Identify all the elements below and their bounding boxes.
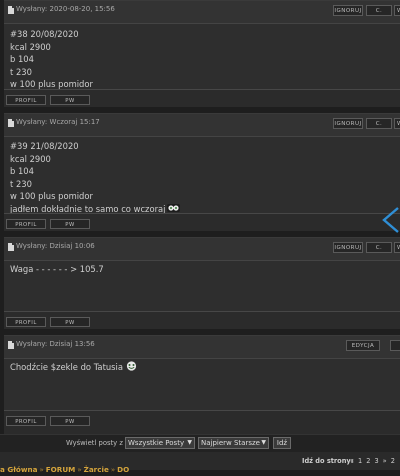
ignore-button[interactable]: IGNORUJ	[333, 118, 363, 129]
post-filter-bar: Wyświetl posty z ostatnich: Wszystkie Po…	[0, 434, 400, 453]
post-38: Wysłany: 2020-08-20, 15:56 IGNORUJ C. W …	[4, 0, 400, 109]
profile-button[interactable]: PROFIL	[6, 317, 46, 327]
post-date: Wysłany: Dzisiaj 13:56	[16, 340, 95, 348]
more-button[interactable]: W	[394, 242, 400, 253]
post-line: kcal 2900	[10, 153, 51, 164]
post-waga: Wysłany: Dzisiaj 10:06 IGNORUJ C. W Waga…	[4, 237, 400, 331]
post-icon	[8, 341, 14, 349]
post-footer: PROFIL PW	[4, 311, 400, 331]
pagination: «1 2 3» 2	[350, 457, 399, 465]
post-header: Wysłany: Wczoraj 15:17 IGNORUJ C. W	[4, 114, 400, 137]
post-line: b 104	[10, 54, 34, 65]
post-line: t 230	[10, 66, 32, 77]
period-select[interactable]: Wszystkie Posty ▼	[125, 437, 195, 449]
post-date: Wysłany: Wczoraj 15:17	[16, 118, 100, 126]
post-line: #38 20/08/2020	[10, 29, 79, 39]
page-link-2[interactable]: 2	[366, 457, 370, 465]
arrow-icon	[382, 207, 399, 233]
post-icon	[8, 243, 14, 251]
profile-button[interactable]: PROFIL	[6, 95, 46, 105]
post-line: #39 21/08/2020	[10, 141, 79, 151]
more-button[interactable]	[390, 340, 400, 351]
pm-button[interactable]: PW	[50, 219, 90, 229]
post-own: Wysłany: Dzisiaj 13:56 EDYCJA Chodźcie $…	[4, 335, 400, 434]
post-footer: PROFIL PW	[4, 89, 400, 109]
page-link-1[interactable]: 1	[358, 457, 362, 465]
post-line: w 100 plus pomidor	[10, 191, 93, 202]
post-date: Wysłany: 2020-08-20, 15:56	[16, 5, 115, 13]
post-header: Wysłany: Dzisiaj 13:56 EDYCJA	[4, 336, 400, 359]
breadcrumb-separator: »	[77, 466, 82, 474]
post-date: Wysłany: Dzisiaj 10:06	[16, 242, 95, 250]
post-line: b 104	[10, 166, 34, 177]
quote-button[interactable]: C.	[366, 118, 392, 129]
breadcrumb-separator: »	[110, 466, 116, 474]
post-footer: PROFIL PW	[4, 213, 400, 233]
laughing-emoji-icon	[126, 361, 137, 371]
post-body: #38 20/08/2020 kcal 2900 b 104 t 230 w 1…	[10, 28, 392, 91]
post-line: kcal 2900	[10, 41, 51, 52]
ignore-button[interactable]: IGNORUJ	[333, 242, 363, 253]
chevron-down-icon: ▼	[187, 439, 192, 446]
breadcrumb-separator: »	[39, 466, 44, 474]
post-line: Waga - - - - - - > 105.7	[10, 264, 104, 274]
ignore-button[interactable]: IGNORUJ	[333, 5, 363, 16]
post-body: Waga - - - - - - > 105.7	[10, 263, 392, 276]
post-icon	[8, 6, 14, 14]
post-header: Wysłany: 2020-08-20, 15:56 IGNORUJ C. W	[4, 1, 400, 24]
page-link-3[interactable]: 3	[374, 457, 378, 465]
order-select[interactable]: Najpierw Starsze ▼	[198, 437, 269, 449]
pm-button[interactable]: PW	[50, 317, 90, 327]
more-button[interactable]: W	[394, 5, 400, 16]
post-icon	[8, 119, 14, 127]
period-select-value: Wszystkie Posty	[128, 439, 185, 447]
page-prev-link[interactable]: «	[350, 457, 354, 465]
post-body: Chodźcie $zekle do Tatusia	[10, 361, 392, 374]
profile-button[interactable]: PROFIL	[6, 416, 46, 426]
post-footer: PROFIL PW	[4, 410, 400, 434]
more-button[interactable]: W	[394, 118, 400, 129]
post-header: Wysłany: Dzisiaj 10:06 IGNORUJ C. W	[4, 238, 400, 261]
breadcrumb-bar: a Główna» FORUM» Żarcie» DO Idź do strony: …	[0, 452, 400, 474]
profile-button[interactable]: PROFIL	[6, 219, 46, 229]
pm-button[interactable]: PW	[50, 95, 90, 105]
page-link-2b[interactable]: 2	[391, 457, 395, 465]
quote-button[interactable]: C.	[366, 5, 392, 16]
post-line: t 230	[10, 178, 32, 189]
page-next-link[interactable]: »	[383, 457, 387, 465]
post-39: Wysłany: Wczoraj 15:17 IGNORUJ C. W #39 …	[4, 113, 400, 233]
breadcrumb: a Główna» FORUM» Żarcie» DO	[0, 457, 129, 476]
post-body: #39 21/08/2020 kcal 2900 b 104 t 230 w 1…	[10, 140, 392, 216]
quote-button[interactable]: C.	[366, 242, 392, 253]
chevron-down-icon: ▼	[261, 439, 266, 446]
order-select-value: Najpierw Starsze	[201, 439, 260, 447]
post-line: Chodźcie $zekle do Tatusia	[10, 362, 123, 372]
goto-page-label: Idź do strony:	[302, 457, 354, 465]
go-button[interactable]: Idź	[273, 437, 291, 449]
pm-button[interactable]: PW	[50, 416, 90, 426]
smiley-emoji-icon	[167, 203, 181, 212]
edit-button[interactable]: EDYCJA	[346, 340, 380, 351]
